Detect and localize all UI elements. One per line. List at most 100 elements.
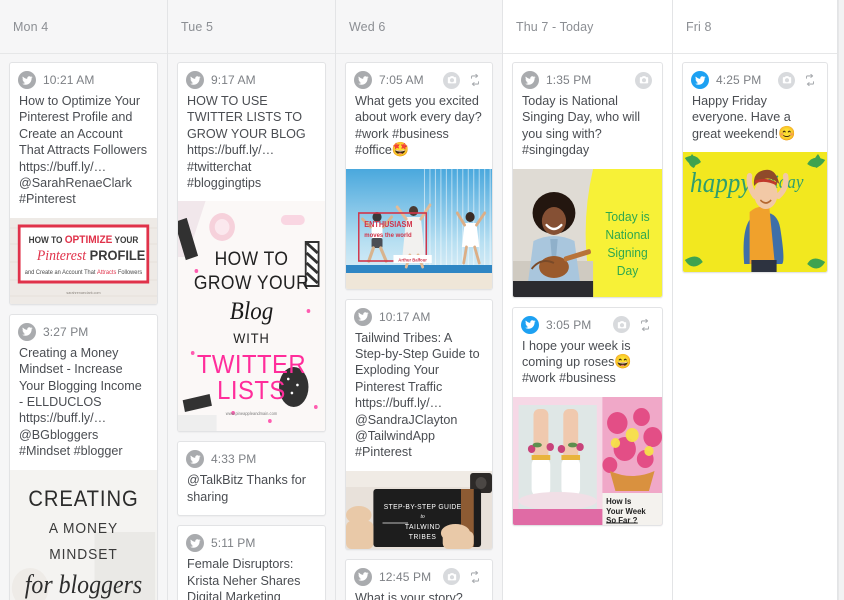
post-card[interactable]: 12:45 PM What is your story? Does it need… [345, 558, 493, 600]
day-body-wed-6[interactable]: 7:05 AM What gets you excited about work … [336, 54, 502, 600]
svg-text:happy: happy [690, 167, 752, 199]
day-column-fri-8[interactable]: Fri 8 4:25 PM Happy Friday everyone. Have … [673, 0, 838, 600]
post-text: I hope your week is coming up roses😄 #wo… [522, 338, 632, 386]
post-card[interactable]: 7:05 AM What gets you excited about work … [345, 62, 493, 290]
post-emoji: 🤩 [391, 141, 410, 158]
post-card[interactable]: 4:33 PM @TalkBitz Thanks for sharing [177, 441, 326, 517]
svg-text:sarahrenaeclark.com: sarahrenaeclark.com [66, 291, 100, 295]
post-meta-icons [613, 316, 654, 334]
post-meta: 3:27 PM [10, 315, 157, 343]
post-time: 3:05 PM [546, 317, 592, 332]
svg-text:CREATING: CREATING [28, 487, 138, 511]
post-text: Female Disruptors: Krista Neher Shares D… [187, 557, 301, 600]
svg-text:LISTS: LISTS [217, 377, 286, 406]
post-text: Tailwind Tribes: A Step-by-Step Guide to… [355, 330, 480, 460]
camera-icon[interactable] [778, 71, 795, 89]
post-media-photo-tailwind-tribes[interactable]: STEP-BY-STEP GUIDE to TAILWIND TRIBES [346, 470, 492, 549]
day-body-fri-8[interactable]: 4:25 PM Happy Friday everyone. Have a gre… [673, 54, 837, 600]
svg-text:to: to [421, 514, 425, 520]
retweet-icon[interactable] [467, 73, 482, 88]
post-media-photo-how-is-your-week[interactable]: How Is Your Week So Far ? [513, 396, 662, 525]
retweet-icon[interactable] [802, 73, 817, 88]
post-media-photo-happy-friday[interactable]: happy Friday [683, 152, 827, 273]
post-meta: 9:17 AM [178, 63, 325, 91]
post-card[interactable]: 5:11 PM Female Disruptors: Krista Neher S… [177, 525, 326, 600]
camera-icon[interactable] [443, 568, 460, 586]
post-media-pin-optimize-pinterest[interactable]: HOW TO OPTIMIZE YOUR Pinterest PROFILE a… [10, 217, 157, 304]
camera-icon[interactable] [635, 71, 652, 89]
post-media-photo-singing-day[interactable]: Today is National Signing Day [513, 168, 662, 297]
post-meta: 4:33 PM [178, 442, 325, 470]
post-card[interactable]: 3:27 PM Creating a Money Mindset - Increa… [9, 313, 158, 600]
retweet-icon[interactable] [637, 317, 652, 332]
day-header-mon-4: Mon 4 [0, 0, 167, 54]
post-meta: 1:35 PM [513, 63, 662, 91]
svg-text:TRIBES: TRIBES [409, 533, 437, 541]
post-emoji: 😊 [778, 124, 796, 141]
svg-text:TAILWIND: TAILWIND [405, 523, 441, 531]
post-text: How to Optimize Your Pinterest Profile a… [19, 94, 148, 207]
post-time: 3:27 PM [43, 324, 89, 339]
week-calendar: Mon 4 10:21 AM How to Optimize Your Pinter… [0, 0, 844, 600]
post-media-photo-beach-jump[interactable]: ENTHUSIASM moves the world Arthur Balfou… [346, 168, 492, 289]
post-card[interactable]: 4:25 PM Happy Friday everyone. Have a gre… [682, 62, 828, 274]
twitter-bird-icon [186, 71, 204, 89]
post-text: Today is National Singing Day, who will … [522, 94, 641, 158]
post-card[interactable]: 3:05 PM I hope your week is coming up ros… [512, 306, 663, 526]
svg-text:GROW YOUR: GROW YOUR [194, 272, 309, 294]
post-text: HOW TO USE TWITTER LISTS TO GROW YOUR BL… [187, 94, 306, 191]
post-time: 12:45 PM [379, 569, 432, 584]
svg-text:MINDSET: MINDSET [49, 546, 117, 563]
post-meta: 10:21 AM [10, 63, 157, 91]
svg-text:A MONEY: A MONEY [49, 520, 118, 537]
post-meta: 10:17 AM [346, 300, 492, 328]
post-media-pin-twitter-lists[interactable]: HOW TO GROW YOUR Blog WITH TWITTER LISTS… [178, 201, 325, 432]
right-scroll-edge[interactable] [838, 0, 844, 600]
post-meta: 4:25 PM [683, 63, 827, 91]
day-body-thu-7[interactable]: 1:35 PM Today is National Singing Day, wh… [503, 54, 672, 600]
day-body-mon-4[interactable]: 10:21 AM How to Optimize Your Pinterest P… [0, 54, 167, 600]
post-meta: 5:11 PM [178, 526, 325, 554]
svg-text:for bloggers: for bloggers [25, 571, 142, 599]
post-meta-icons [635, 71, 654, 89]
post-time: 1:35 PM [546, 73, 592, 87]
day-column-tue-5[interactable]: Tue 5 9:17 AM HOW TO USE TWITTER LISTS TO … [168, 0, 336, 600]
day-header-label: Thu 7 - Today [516, 19, 594, 34]
post-time: 4:33 PM [211, 452, 257, 467]
post-meta-icons [443, 568, 484, 586]
camera-icon[interactable] [443, 71, 460, 89]
svg-text:ENTHUSIASM: ENTHUSIASM [364, 219, 412, 228]
svg-text:National: National [605, 227, 649, 241]
post-text: What gets you excited about work every d… [355, 94, 482, 158]
post-text: Happy Friday everyone. Have a great week… [692, 94, 796, 141]
post-card[interactable]: 10:17 AM Tailwind Tribes: A Step-by-Step … [345, 298, 493, 550]
post-time: 7:05 AM [379, 73, 424, 87]
day-column-wed-6[interactable]: Wed 6 7:05 AM What gets you excited about … [336, 0, 503, 600]
svg-text:Signing: Signing [607, 245, 647, 259]
day-column-thu-7[interactable]: Thu 7 - Today 1:35 PM Today is National Si… [503, 0, 673, 600]
svg-text:Blog: Blog [230, 299, 273, 326]
post-card[interactable]: 9:17 AM HOW TO USE TWITTER LISTS TO GROW … [177, 62, 326, 433]
twitter-bird-icon [521, 71, 539, 89]
twitter-bird-icon [186, 450, 204, 469]
post-meta-icons [443, 71, 484, 89]
twitter-bird-icon [691, 71, 709, 89]
day-header-label: Fri 8 [686, 19, 712, 34]
day-header-tue-5: Tue 5 [168, 0, 335, 54]
retweet-icon[interactable] [467, 569, 482, 584]
post-card[interactable]: 10:21 AM How to Optimize Your Pinterest P… [9, 62, 158, 305]
svg-text:Your Week: Your Week [606, 507, 646, 516]
svg-text:Day: Day [617, 263, 639, 277]
post-text: What is your story? Does it need a refre… [355, 590, 463, 600]
day-column-mon-4[interactable]: Mon 4 10:21 AM How to Optimize Your Pinter… [0, 0, 168, 600]
svg-text:HOW TO OPTIMIZE YOUR: HOW TO OPTIMIZE YOUR [29, 233, 139, 245]
day-body-tue-5[interactable]: 9:17 AM HOW TO USE TWITTER LISTS TO GROW … [168, 54, 335, 600]
svg-text:moves the world: moves the world [364, 231, 412, 238]
svg-text:PROFILE: PROFILE [90, 247, 146, 263]
post-text: Creating a Money Mindset - Increase Your… [19, 345, 142, 459]
svg-text:WITH: WITH [233, 331, 270, 347]
svg-text:Today is: Today is [605, 209, 649, 223]
post-card[interactable]: 1:35 PM Today is National Singing Day, wh… [512, 62, 663, 298]
camera-icon[interactable] [613, 316, 630, 334]
post-media-pin-money-mindset[interactable]: CREATING A MONEY MINDSET for bloggers [10, 469, 157, 600]
